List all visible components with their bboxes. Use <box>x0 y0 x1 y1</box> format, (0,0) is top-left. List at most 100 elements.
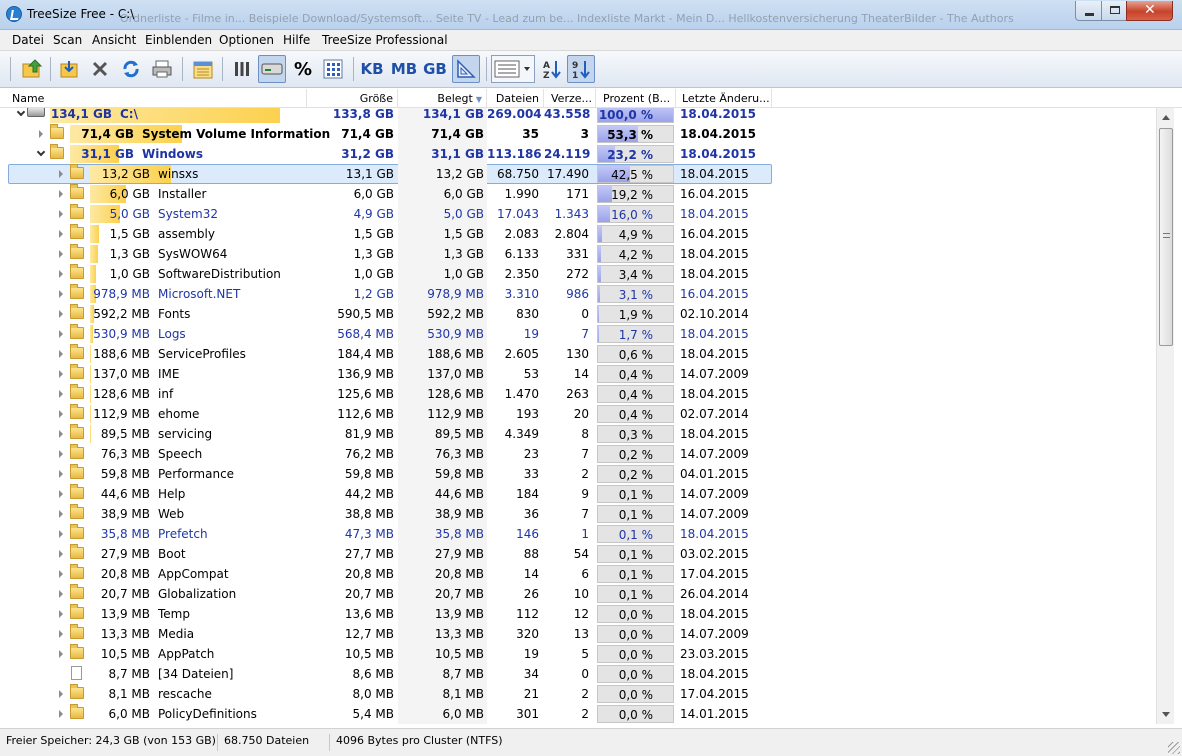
expand-arrow-icon[interactable] <box>59 330 63 338</box>
view-mode-dropdown[interactable] <box>491 55 535 83</box>
table-row[interactable]: 13,9 MB Temp 13,6 MB 13,9 MB 112 12 0,0 % 18.04… <box>0 604 1156 624</box>
expand-arrow-icon[interactable] <box>59 690 63 698</box>
resize-grip-icon[interactable] <box>1168 742 1180 754</box>
menu-einblenden[interactable]: Einblenden <box>145 33 212 47</box>
expand-arrow-icon[interactable] <box>59 370 63 378</box>
minimize-button[interactable] <box>1075 1 1102 21</box>
expand-arrow-icon[interactable] <box>59 250 63 258</box>
unit-mb-button[interactable]: MB <box>390 55 418 83</box>
table-row[interactable]: 8,7 MB [34 Dateien] 8,6 MB 8,7 MB 34 0 0,0 % 18… <box>0 664 1156 684</box>
table-row[interactable]: 76,3 MB Speech 76,2 MB 76,3 MB 23 7 0,2 % 14.07… <box>0 444 1156 464</box>
menu-scan[interactable]: Scan <box>53 33 82 47</box>
expand-arrow-icon[interactable] <box>59 190 63 198</box>
expand-arrow-icon[interactable] <box>59 210 63 218</box>
expand-arrow-icon[interactable] <box>59 350 63 358</box>
percent-button[interactable]: % <box>289 55 317 83</box>
expand-arrow-icon[interactable] <box>59 290 63 298</box>
collapse-arrow-icon[interactable] <box>16 108 26 117</box>
refresh-button[interactable] <box>117 55 145 83</box>
table-row[interactable]: 59,8 MB Performance 59,8 MB 59,8 MB 33 2 0,2 %… <box>0 464 1156 484</box>
scroll-up-arrow-icon[interactable] <box>1162 115 1170 120</box>
table-row[interactable]: 20,7 MB Globalization 20,7 MB 20,7 MB 26 10 0,… <box>0 584 1156 604</box>
menu-optionen[interactable]: Optionen <box>219 33 274 47</box>
table-row[interactable]: 71,4 GB System Volume Information 71,4 GB 7… <box>0 124 1156 144</box>
column-header-prozent[interactable]: Prozent (B... <box>596 89 676 108</box>
table-row[interactable]: 592,2 MB Fonts 590,5 MB 592,2 MB 830 0 1,9 % 02… <box>0 304 1156 324</box>
expand-arrow-icon[interactable] <box>59 590 63 598</box>
table-row[interactable]: 8,1 MB rescache 8,0 MB 8,1 MB 21 2 0,0 % 17.04.… <box>0 684 1156 704</box>
file-count-button[interactable] <box>319 55 347 83</box>
menu-datei[interactable]: Datei <box>12 33 44 47</box>
expand-arrow-icon[interactable] <box>59 310 63 318</box>
disk-space-view-button[interactable] <box>258 55 286 83</box>
expand-arrow-icon[interactable] <box>59 170 63 178</box>
table-row[interactable]: 6,0 GB Installer 6,0 GB 6,0 GB 1.990 171 19,2 … <box>0 184 1156 204</box>
table-row[interactable]: 20,8 MB AppCompat 20,8 MB 20,8 MB 14 6 0,1 % 17… <box>0 564 1156 584</box>
table-row[interactable]: 128,6 MB inf 125,6 MB 128,6 MB 1.470 263 0,4 %… <box>0 384 1156 404</box>
menu-hilfe[interactable]: Hilfe <box>283 33 310 47</box>
table-row[interactable]: 188,6 MB ServiceProfiles 184,4 MB 188,6 MB 2… <box>0 344 1156 364</box>
table-row[interactable]: 89,5 MB servicing 81,9 MB 89,5 MB 4.349 8 0,3 … <box>0 424 1156 444</box>
unit-gb-button[interactable]: GB <box>421 55 449 83</box>
sort-size-button[interactable]: 91 <box>567 55 595 83</box>
maximize-button[interactable] <box>1101 1 1127 21</box>
calendar-button[interactable] <box>189 55 217 83</box>
table-row[interactable]: 978,9 MB Microsoft.NET 1,2 GB 978,9 MB 3.310… <box>0 284 1156 304</box>
table-row[interactable]: 1,0 GB SoftwareDistribution 1,0 GB 1,0 GB 2.… <box>0 264 1156 284</box>
sort-az-button[interactable]: AZ <box>538 55 566 83</box>
expand-arrow-icon[interactable] <box>59 450 63 458</box>
scroll-down-arrow-icon[interactable] <box>1162 712 1170 717</box>
expand-arrow-icon[interactable] <box>59 530 63 538</box>
select-directory-button[interactable] <box>18 55 46 83</box>
scan-folder-button[interactable] <box>56 55 84 83</box>
table-row[interactable]: 44,6 MB Help 44,2 MB 44,6 MB 184 9 0,1 % 14.07.… <box>0 484 1156 504</box>
treesize-app-icon[interactable] <box>6 6 22 22</box>
expand-arrow-icon[interactable] <box>39 130 43 138</box>
table-row[interactable]: 10,5 MB AppPatch 10,5 MB 10,5 MB 19 5 0,0 % 23.… <box>0 644 1156 664</box>
expand-arrow-icon[interactable] <box>59 410 63 418</box>
column-header-name[interactable]: Name <box>0 89 307 108</box>
table-row[interactable]: 35,8 MB Prefetch 47,3 MB 35,8 MB 146 1 0,1 % 18… <box>0 524 1156 544</box>
menu-ansicht[interactable]: Ansicht <box>92 33 136 47</box>
collapse-arrow-icon[interactable] <box>36 147 46 157</box>
close-button[interactable]: ✕ <box>1126 1 1173 21</box>
column-header-groesse[interactable]: Größe <box>307 89 398 108</box>
table-row[interactable]: 31,1 GB Windows 31,2 GB 31,1 GB 113.186 24.11… <box>0 144 1156 164</box>
scrollbar-thumb[interactable] <box>1159 128 1173 346</box>
menu-treesize-professional[interactable]: TreeSize Professional <box>322 33 448 47</box>
table-row[interactable]: 13,3 MB Media 12,7 MB 13,3 MB 320 13 0,0 % 14.0… <box>0 624 1156 644</box>
auto-unit-button[interactable] <box>452 55 480 83</box>
table-row[interactable]: 13,2 GB winsxs 13,1 GB 13,2 GB 68.750 17.490 4… <box>0 164 1156 184</box>
table-row[interactable]: 1,3 GB SysWOW64 1,3 GB 1,3 GB 6.133 331 4,2 % 1… <box>0 244 1156 264</box>
table-row[interactable]: 1,5 GB assembly 1,5 GB 1,5 GB 2.083 2.804 4,9 … <box>0 224 1156 244</box>
table-row[interactable]: 6,0 MB PolicyDefinitions 5,4 MB 6,0 MB 301 2 0… <box>0 704 1156 724</box>
table-row[interactable]: 38,9 MB Web 38,8 MB 38,9 MB 36 7 0,1 % 14.07.20… <box>0 504 1156 524</box>
expand-arrow-icon[interactable] <box>59 430 63 438</box>
expand-arrow-icon[interactable] <box>59 510 63 518</box>
table-row[interactable]: 134,1 GB C:\ 133,8 GB 134,1 GB 269.004 43.558… <box>0 108 1156 124</box>
table-row[interactable]: 27,9 MB Boot 27,7 MB 27,9 MB 88 54 0,1 % 03.02.… <box>0 544 1156 564</box>
stop-scan-button[interactable] <box>86 55 114 83</box>
table-row[interactable]: 5,0 GB System32 4,9 GB 5,0 GB 17.043 1.343 16,… <box>0 204 1156 224</box>
column-header-letzte-aenderung[interactable]: Letzte Änderu... <box>676 89 772 108</box>
bar-chart-button[interactable] <box>228 55 256 83</box>
expand-arrow-icon[interactable] <box>59 610 63 618</box>
expand-arrow-icon[interactable] <box>59 390 63 398</box>
expand-arrow-icon[interactable] <box>59 570 63 578</box>
table-row[interactable]: 137,0 MB IME 136,9 MB 137,0 MB 53 14 0,4 % 14.0… <box>0 364 1156 384</box>
expand-arrow-icon[interactable] <box>59 490 63 498</box>
expand-arrow-icon[interactable] <box>59 230 63 238</box>
column-header-belegt[interactable]: Belegt ▼ <box>398 89 487 108</box>
expand-arrow-icon[interactable] <box>59 470 63 478</box>
expand-arrow-icon[interactable] <box>59 710 63 718</box>
expand-arrow-icon[interactable] <box>59 630 63 638</box>
table-row[interactable]: 530,9 MB Logs 568,4 MB 530,9 MB 19 7 1,7 % 18.0… <box>0 324 1156 344</box>
table-row[interactable]: 112,9 MB ehome 112,6 MB 112,9 MB 193 20 0,4 % 0… <box>0 404 1156 424</box>
column-header-dateien[interactable]: Dateien <box>487 89 544 108</box>
print-button[interactable] <box>148 55 176 83</box>
column-header-verzeichnisse[interactable]: Verze... <box>544 89 596 108</box>
unit-kb-button[interactable]: KB <box>358 55 386 83</box>
vertical-scrollbar[interactable] <box>1156 108 1174 724</box>
expand-arrow-icon[interactable] <box>59 550 63 558</box>
expand-arrow-icon[interactable] <box>59 650 63 658</box>
